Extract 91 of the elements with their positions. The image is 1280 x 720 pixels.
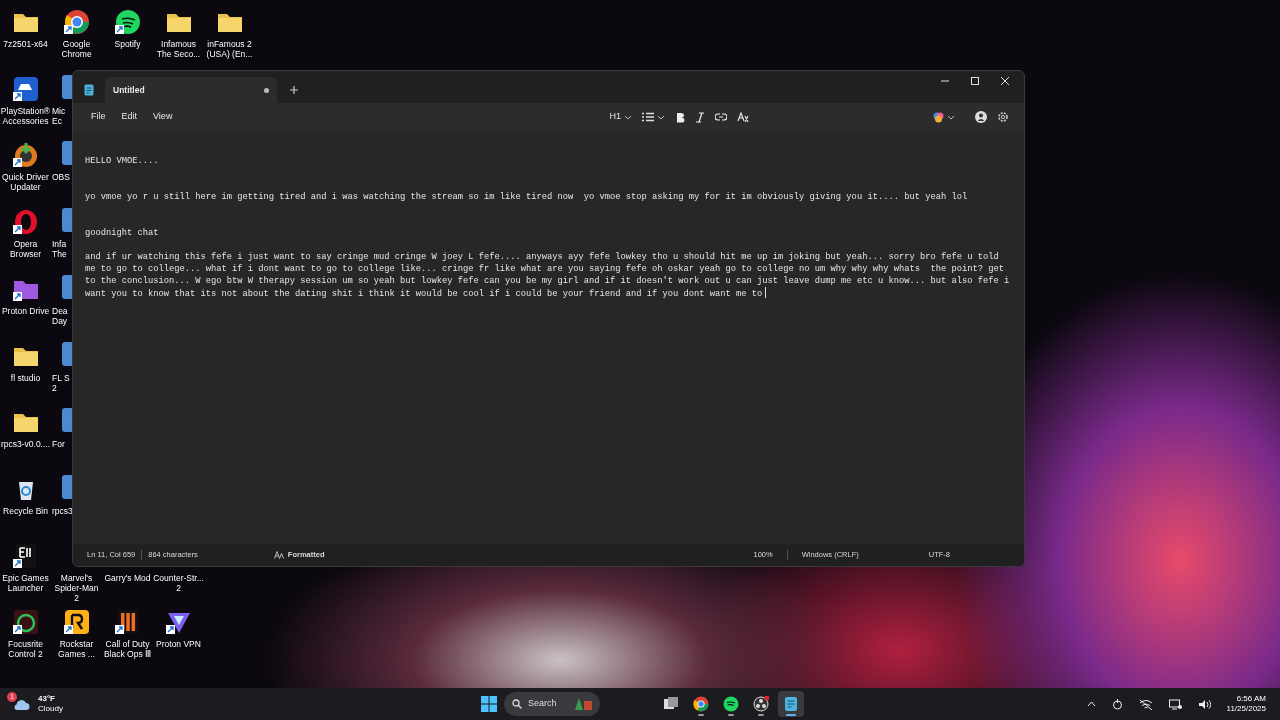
icon-label[interactable]: inFamous 2 (USA) (En...	[206, 39, 253, 59]
volume-icon[interactable]	[1197, 698, 1211, 710]
text-line: goodnight chat	[85, 227, 160, 239]
close-button[interactable]	[1000, 76, 1010, 86]
tab-title: Untitled	[113, 83, 146, 97]
icon-label[interactable]: Infa The	[52, 239, 67, 260]
taskview-icon	[663, 696, 679, 712]
heading-dropdown[interactable]: H1	[604, 108, 637, 126]
display-icon[interactable]	[1168, 698, 1182, 710]
clock-date: 11/25/2025	[1226, 704, 1266, 714]
document-tab[interactable]: Untitled	[105, 77, 277, 103]
caret-icon	[947, 113, 955, 121]
menu-item[interactable]: File	[83, 108, 114, 126]
menu-item[interactable]: View	[145, 108, 181, 126]
chrome-icon[interactable]	[62, 8, 91, 36]
icon-label[interactable]: Call of Duty Black Ops Ⅲ	[103, 639, 152, 660]
clear-formatting-button[interactable]	[736, 111, 749, 123]
icon-label[interactable]: Opera Browser	[9, 239, 42, 260]
list-icon	[641, 112, 654, 122]
bold-button[interactable]	[674, 111, 685, 123]
text-line: and if ur watching this fefe i just want to say cringe mud cringe W joey L fefe.... anyways ayy fefe lowkey tho u should hit me up im joking but yeah... sorry bro fefe u told me to go to college... what if i dont want to go to college like... cringe fr like what are you saying fefe oh oskar yeah go to college no um why why why whats the point? get to the conclusion... W ego btw W therapy session um so yeah but lowkey fefe can you be my girl and if it doesn't work out u can just leave dump me etc u know... but also fefe i want you to know that its not about the dating shit i think it would be cool if i could be your friend and if you dont want me to	[85, 251, 1011, 300]
icon-label[interactable]: rpcs3-v0.0....	[0, 439, 51, 450]
r-logo-icon[interactable]	[62, 608, 91, 637]
o-logo-icon[interactable]	[11, 208, 40, 237]
search-box[interactable]: Search	[504, 692, 600, 716]
app-icon[interactable]	[62, 341, 72, 366]
running-indicator	[786, 714, 796, 716]
icon-label[interactable]: PlayStation® Accessories	[0, 105, 51, 126]
icon-label[interactable]: Spotify	[114, 39, 141, 49]
app-icon[interactable]	[62, 74, 72, 99]
icon-label[interactable]: rpcs3	[52, 505, 73, 516]
icon-label[interactable]: Rockstar Games ...	[58, 639, 95, 660]
icon-label[interactable]: Quick Driver Updater	[2, 172, 49, 193]
text-cursor	[765, 287, 767, 298]
icon-label[interactable]: Google Chrome	[61, 39, 92, 59]
icon-label[interactable]: Marvel's Spider-Man 2	[51, 572, 102, 603]
icon-label[interactable]: For	[52, 439, 65, 450]
settings-icon[interactable]	[997, 111, 1009, 123]
notepad-icon	[783, 696, 799, 712]
icon-label[interactable]: OBS	[52, 172, 70, 183]
icon-label[interactable]: 7z2501-x64	[3, 39, 48, 49]
font-format-icon	[273, 551, 284, 559]
cloud-icon[interactable]	[12, 697, 30, 711]
app-icon[interactable]	[62, 274, 72, 299]
icon-label[interactable]: Focusrite Control 2	[8, 639, 43, 660]
app-icon[interactable]	[62, 474, 72, 499]
notepad-icon	[84, 84, 94, 96]
app-icon[interactable]	[62, 141, 72, 166]
tree-icon	[574, 697, 592, 711]
icon-label[interactable]: Counter-Str... 2	[153, 572, 204, 593]
knob-icon[interactable]	[11, 608, 40, 637]
link-button[interactable]	[714, 112, 727, 122]
chevron-up-icon[interactable]	[1086, 701, 1096, 707]
notepad-taskbar-icon[interactable]	[778, 691, 804, 717]
temperature: 43°F	[38, 694, 56, 704]
text-line: HELLO VMOE....	[85, 155, 160, 167]
italic-button[interactable]	[694, 111, 705, 123]
icon-label[interactable]: Proton VPN	[156, 639, 201, 650]
icon-label[interactable]: Dea Day	[52, 305, 68, 326]
wifi-off-icon[interactable]	[1138, 698, 1153, 710]
caret-icon	[623, 113, 632, 121]
gear-icon[interactable]	[11, 141, 40, 170]
text-line: yo vmoe yo r u still here im getting tired and i was watching the stream so im like tired now yo vmoe stop asking my for it im obviously giving you it.... but yeah lol	[85, 191, 969, 203]
caret-icon	[656, 113, 665, 121]
icon-label[interactable]: Recycle Bin	[3, 505, 48, 516]
weather-condition: Cloudy	[38, 704, 63, 714]
spotify-icon	[723, 696, 739, 712]
app-icon[interactable]	[62, 408, 72, 433]
start-button[interactable]	[481, 696, 497, 712]
running-indicator	[728, 714, 734, 716]
obs-icon	[753, 696, 769, 712]
copilot-icon[interactable]	[933, 111, 944, 123]
icon-label[interactable]: Mic Ec	[52, 105, 66, 126]
menu-item[interactable]: Edit	[113, 108, 146, 126]
app-icon[interactable]	[62, 208, 72, 233]
icon-label[interactable]: Infamous The Seco...	[156, 39, 201, 59]
icon-label[interactable]: Garry's Mod	[104, 572, 151, 583]
icon-label[interactable]: Proton Drive	[1, 305, 50, 316]
running-indicator	[698, 714, 704, 716]
running-indicator	[758, 714, 764, 716]
maximize-button[interactable]	[970, 76, 980, 86]
music-icon[interactable]	[113, 8, 142, 36]
icon-label[interactable]: Epic Games Launcher	[2, 572, 49, 593]
chrome-icon	[693, 696, 709, 712]
icon-label[interactable]: fl studio	[10, 372, 41, 383]
clock-time: 6:56 AM	[1236, 694, 1266, 704]
search-icon	[512, 699, 522, 709]
icon-label[interactable]: FL S 2	[52, 372, 70, 393]
sync-icon[interactable]	[1111, 698, 1123, 710]
account-icon[interactable]	[975, 111, 987, 123]
new-tab-button[interactable]	[289, 85, 299, 95]
